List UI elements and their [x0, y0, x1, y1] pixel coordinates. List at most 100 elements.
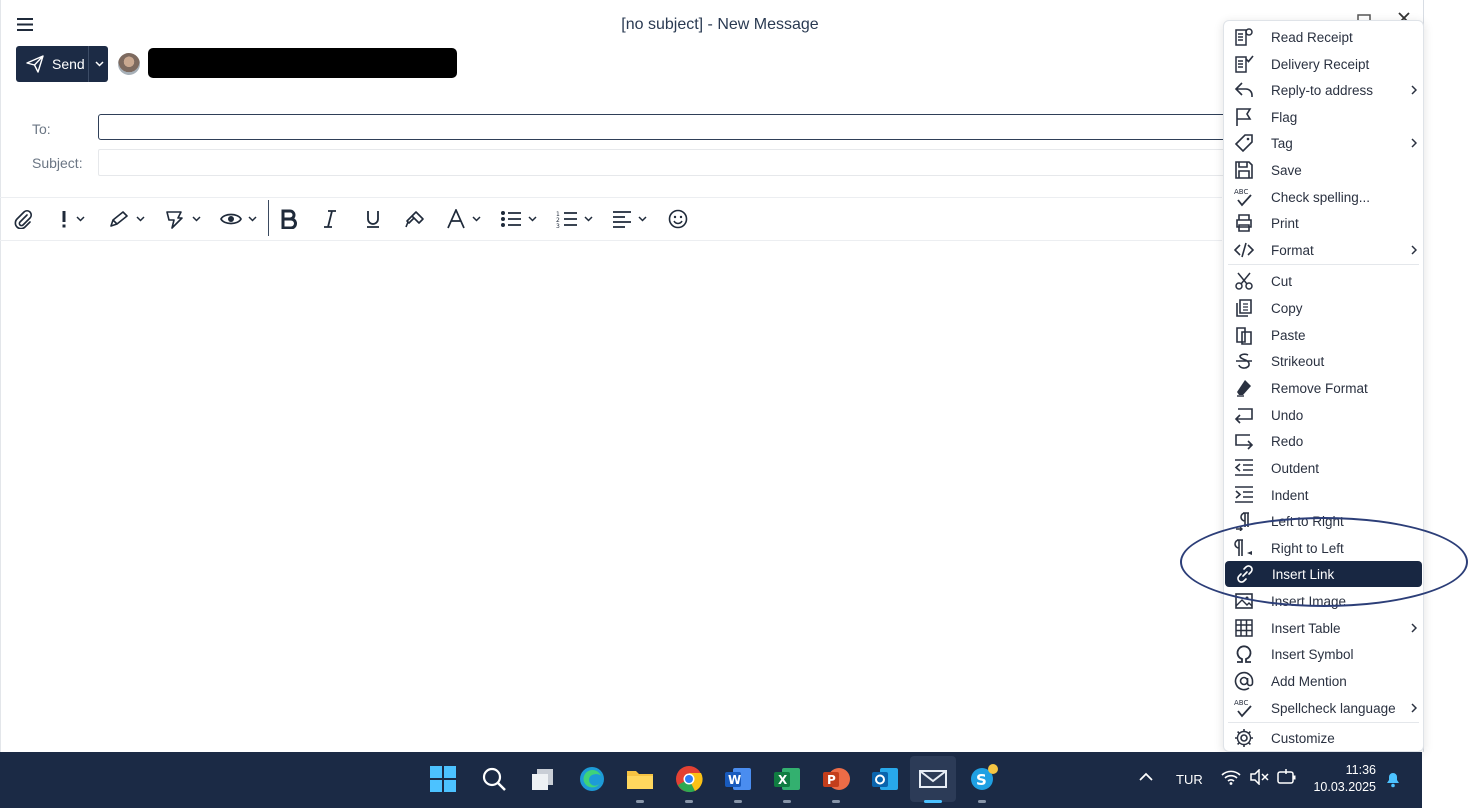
menu-item-read-receipt[interactable]: Read Receipt — [1224, 24, 1423, 50]
menu-item-label: Redo — [1271, 433, 1304, 449]
outlook-app[interactable] — [868, 762, 902, 796]
signature-button[interactable] — [108, 198, 145, 240]
bullet-list-button[interactable] — [500, 198, 537, 240]
notification-bell-icon[interactable] — [1384, 770, 1402, 788]
menu-item-remove-format[interactable]: Remove Format — [1224, 375, 1423, 401]
input-language[interactable]: TUR — [1176, 772, 1203, 787]
underline-button[interactable] — [364, 198, 382, 240]
importance-icon — [62, 211, 66, 228]
numbered-list-button[interactable]: 123 — [556, 198, 593, 240]
menu-item-insert-symbol[interactable]: Insert Symbol — [1224, 641, 1423, 667]
table-icon — [1235, 619, 1253, 637]
menu-item-customize[interactable]: Customize — [1224, 725, 1423, 751]
send-button-group: Send — [16, 46, 108, 82]
copy-icon — [1236, 299, 1252, 317]
menu-item-spellcheck-language[interactable]: ABC Spellcheck language — [1224, 695, 1423, 721]
chevron-down-icon — [136, 216, 145, 222]
menu-item-label: Save — [1271, 162, 1302, 178]
chevron-down-icon — [528, 216, 537, 222]
edge-app[interactable] — [575, 762, 609, 796]
send-icon — [26, 55, 44, 73]
spell-check-icon: ABC — [1234, 188, 1252, 207]
word-app[interactable]: W — [721, 762, 755, 803]
menu-item-add-mention[interactable]: Add Mention — [1224, 668, 1423, 694]
font-color-button[interactable] — [446, 198, 481, 240]
sender-avatar[interactable] — [118, 53, 140, 75]
attach-button[interactable] — [13, 198, 33, 240]
battery-icon[interactable] — [1277, 768, 1297, 786]
format-painter-button[interactable] — [404, 198, 426, 240]
align-button[interactable] — [612, 198, 647, 240]
chrome-app[interactable] — [672, 762, 706, 803]
search-button[interactable] — [477, 762, 511, 796]
signature-icon — [110, 211, 128, 227]
code-icon — [1234, 242, 1254, 258]
menu-item-check-spelling[interactable]: ABC Check spelling... — [1224, 184, 1423, 210]
menu-item-label: Insert Table — [1271, 620, 1341, 636]
formatting-toolbar: 123 — [0, 197, 1222, 241]
mail-app[interactable] — [916, 762, 950, 803]
sender-address-redacted[interactable] — [148, 48, 457, 78]
menu-item-flag[interactable]: Flag — [1224, 104, 1423, 130]
send-label: Send — [52, 56, 85, 72]
menu-item-undo[interactable]: Undo — [1224, 402, 1423, 428]
strikethrough-icon — [1236, 353, 1252, 369]
skype-icon: S — [971, 764, 998, 790]
running-indicator — [636, 800, 644, 803]
italic-button[interactable] — [322, 198, 338, 240]
bold-button[interactable] — [280, 198, 298, 240]
send-button[interactable]: Send — [16, 46, 88, 82]
running-indicator — [978, 800, 986, 803]
menu-item-label: Copy — [1271, 300, 1303, 316]
chevron-right-icon — [1411, 138, 1417, 148]
view-button[interactable] — [220, 198, 257, 240]
menu-item-redo[interactable]: Redo — [1224, 428, 1423, 454]
clock-time[interactable]: 11:36 — [1344, 763, 1376, 777]
chevron-down-icon — [94, 61, 104, 67]
menu-item-paste[interactable]: Paste — [1224, 322, 1423, 348]
chevron-right-icon — [1411, 85, 1417, 95]
chevron-right-icon — [1411, 245, 1417, 255]
powerpoint-app[interactable]: P — [819, 762, 853, 803]
quick-parts-button[interactable] — [164, 198, 201, 240]
gear-icon — [1235, 729, 1253, 747]
redo-icon — [1235, 434, 1254, 450]
subject-input[interactable] — [98, 149, 1228, 176]
outlook-icon — [872, 768, 898, 790]
menu-item-delivery-receipt[interactable]: Delivery Receipt — [1224, 51, 1423, 77]
menu-item-copy[interactable]: Copy — [1224, 295, 1423, 321]
wifi-icon[interactable] — [1221, 769, 1241, 785]
importance-button[interactable] — [58, 198, 85, 240]
search-icon — [482, 767, 506, 791]
menu-item-cut[interactable]: Cut — [1224, 268, 1423, 294]
menu-item-indent[interactable]: Indent — [1224, 482, 1423, 508]
excel-app[interactable]: X — [770, 762, 804, 803]
clock-date[interactable]: 10.03.2025 — [1312, 780, 1376, 794]
delivery-receipt-icon — [1235, 55, 1254, 73]
menu-item-save[interactable]: Save — [1224, 157, 1423, 183]
chevron-down-icon — [584, 216, 593, 222]
svg-text:S: S — [976, 771, 987, 789]
indent-icon — [1235, 486, 1253, 503]
skype-app[interactable]: S — [965, 762, 999, 803]
menu-item-reply-to-address[interactable]: Reply-to address — [1224, 77, 1423, 103]
menu-item-strikeout[interactable]: Strikeout — [1224, 348, 1423, 374]
emoji-button[interactable] — [668, 198, 688, 240]
send-options-dropdown[interactable] — [88, 46, 109, 82]
menu-item-label: Read Receipt — [1271, 29, 1353, 45]
menu-item-print[interactable]: Print — [1224, 210, 1423, 236]
volume-muted-icon[interactable] — [1249, 769, 1269, 785]
menu-item-tag[interactable]: Tag — [1224, 130, 1423, 156]
file-explorer-app[interactable] — [623, 762, 657, 803]
svg-text:ABC: ABC — [1234, 188, 1248, 196]
menu-item-format[interactable]: Format — [1224, 237, 1423, 263]
running-indicator — [685, 800, 693, 803]
menu-item-outdent[interactable]: Outdent — [1224, 455, 1423, 481]
font-color-icon — [447, 209, 465, 229]
menu-item-insert-table[interactable]: Insert Table — [1224, 615, 1423, 641]
to-input[interactable] — [98, 114, 1228, 140]
task-view-button[interactable] — [526, 762, 560, 796]
show-hidden-icons-chevron[interactable] — [1139, 772, 1153, 782]
start-button[interactable] — [426, 762, 460, 796]
menu-separator — [1228, 264, 1419, 265]
